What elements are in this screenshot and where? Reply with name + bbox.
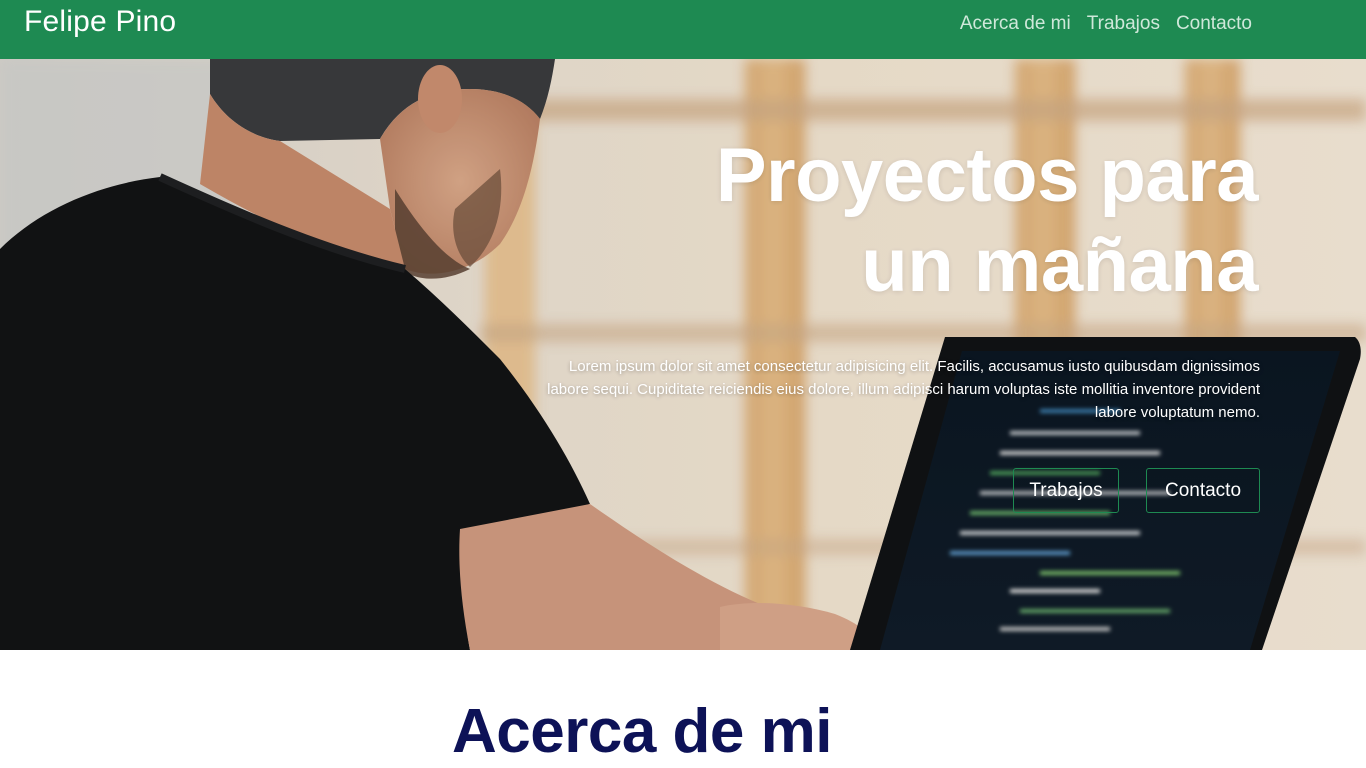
hero-description: Lorem ipsum dolor sit amet consectetur a… [547,358,1260,421]
navbar: Felipe Pino Acerca de mi Trabajos Contac… [0,0,1366,59]
hero-title: Proyectos para un mañana [715,133,1259,308]
about-section-title: Acerca de mi [452,697,833,766]
hero-buttons: Trabajos Contacto [1013,468,1260,513]
hero-section: Proyectos para un mañana Lorem ipsum dol… [0,59,1366,650]
nav-links: Acerca de mi Trabajos Contacto [960,12,1252,36]
nav-link-acerca[interactable]: Acerca de mi [960,12,1071,36]
contacto-button[interactable]: Contacto [1146,468,1260,513]
nav-link-trabajos[interactable]: Trabajos [1087,12,1160,36]
trabajos-button[interactable]: Trabajos [1013,468,1119,513]
nav-link-contacto[interactable]: Contacto [1176,12,1252,36]
brand-link[interactable]: Felipe Pino [24,4,176,40]
